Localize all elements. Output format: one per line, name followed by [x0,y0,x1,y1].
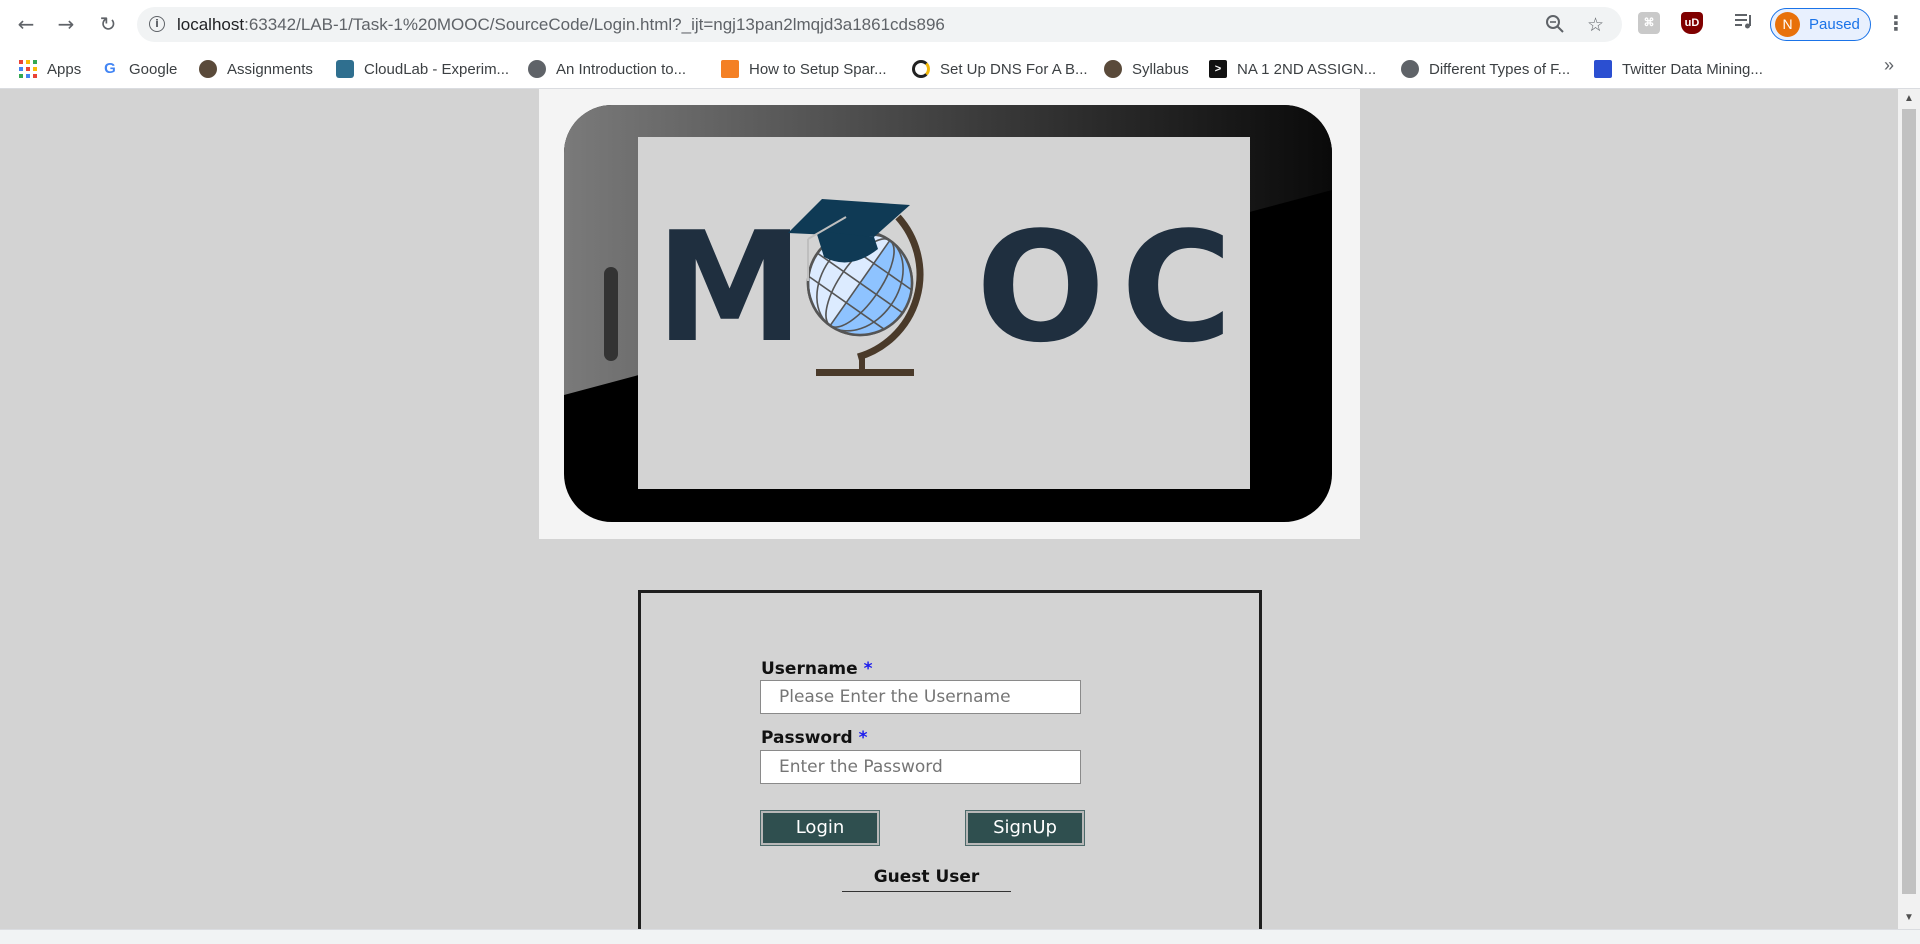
bookmark-label: Assignments [227,60,313,78]
bookmark-label: CloudLab - Experim... [364,60,510,78]
phone-frame-image: M O C [564,105,1332,522]
bookmark-label: Set Up DNS For A B... [940,60,1088,78]
url-host: localhost [177,15,245,34]
bookmark-label: Google [129,60,178,78]
phone-screen: M O C [638,137,1250,489]
required-marker: * [863,659,873,679]
back-icon[interactable]: ← [14,12,38,36]
extension-icon[interactable]: ⌘ [1638,12,1660,34]
university-seal-icon [1104,60,1122,78]
bookmark-different-types[interactable]: Different Types of F... [1401,57,1570,81]
logo-letter-m: M [655,199,804,376]
bookmark-label: An Introduction to... [556,60,687,78]
bookmark-na-assignment[interactable]: > NA 1 2ND ASSIGN... [1209,57,1376,81]
phone-home-button [604,267,618,361]
bookmark-label: Apps [47,60,82,78]
more-bookmarks-icon[interactable]: » [1884,55,1894,76]
page-content: M O C Username * Please Enter the Userna… [0,89,1898,929]
google-icon: G [101,60,119,78]
media-control-icon[interactable] [1733,11,1755,36]
bookmark-google[interactable]: G Google [101,57,177,81]
globe-icon [1401,60,1419,78]
url-text[interactable]: localhost:63342/LAB-1/Task-1%20MOOC/Sour… [177,15,945,35]
terminal-icon: > [1209,60,1227,78]
url-path: :63342/LAB-1/Task-1%20MOOC/SourceCode/Lo… [244,15,945,34]
downloads-bar [0,929,1920,944]
logo-letter-o: O [976,199,1106,376]
ublock-label: uD [1684,17,1700,29]
scroll-down-arrow-icon[interactable]: ▼ [1904,912,1914,923]
bookmark-setup-spark[interactable]: How to Setup Spar... [721,57,887,81]
logo-letter-c: C [1121,199,1233,376]
browser-toolbar: ← → ↻ i localhost:63342/LAB-1/Task-1%20M… [0,0,1920,49]
profile-status: Paused [1809,16,1860,33]
bookmark-syllabus[interactable]: Syllabus [1104,57,1189,81]
vertical-scrollbar[interactable]: ▲ ▼ [1898,89,1920,929]
password-label-text: Password [761,728,853,748]
login-button[interactable]: Login [760,810,880,846]
bookmarks-bar: Apps G Google Assignments CloudLab - Exp… [0,49,1920,89]
bookmark-label: NA 1 2ND ASSIGN... [1237,60,1377,78]
password-input[interactable] [760,750,1081,784]
stackoverflow-icon [721,60,739,78]
dns-site-icon [912,60,930,78]
flask-icon [336,60,354,78]
scroll-up-arrow-icon[interactable]: ▲ [1904,93,1914,104]
bookmark-label: How to Setup Spar... [749,60,887,78]
reload-icon[interactable]: ↻ [96,12,120,36]
guest-user-link[interactable]: Guest User [842,867,1011,892]
site-info-icon[interactable]: i [149,16,165,32]
avatar: N [1775,12,1800,37]
bookmark-apps[interactable]: Apps [19,57,81,81]
bookmark-dns[interactable]: Set Up DNS For A B... [912,57,1088,81]
username-label-text: Username [761,659,858,679]
scroll-thumb[interactable] [1902,109,1916,894]
globe-graduation-cap-icon [788,199,924,376]
login-form: Username * Password * Login SignUp Guest… [638,590,1262,929]
bookmark-label: Different Types of F... [1429,60,1571,78]
apps-grid-icon [19,60,37,78]
bookmark-cloudlab[interactable]: CloudLab - Experim... [336,57,509,81]
bookmark-assignments[interactable]: Assignments [199,57,313,81]
bookmark-label: Twitter Data Mining... [1622,60,1763,78]
mooc-banner: M O C [539,89,1360,539]
zoom-icon[interactable] [1545,14,1565,39]
bookmark-introduction[interactable]: An Introduction to... [528,57,686,81]
globe-icon [528,60,546,78]
bookmark-label: Syllabus [1132,60,1189,78]
browser-menu-icon[interactable]: ⋮ [1886,11,1906,35]
tweet-site-icon [1594,60,1612,78]
address-bar[interactable]: i localhost:63342/LAB-1/Task-1%20MOOC/So… [137,7,1622,42]
username-label: Username * [761,659,872,679]
username-input[interactable] [760,680,1081,714]
ublock-icon[interactable]: uD [1681,12,1703,34]
university-seal-icon [199,60,217,78]
signup-button[interactable]: SignUp [965,810,1085,846]
bookmark-star-icon[interactable]: ☆ [1587,14,1604,36]
forward-icon[interactable]: → [54,12,78,36]
required-marker: * [858,728,868,748]
password-label: Password * [761,728,867,748]
bookmark-twitter-mining[interactable]: Twitter Data Mining... [1594,57,1763,81]
profile-button[interactable]: N Paused [1770,8,1871,41]
